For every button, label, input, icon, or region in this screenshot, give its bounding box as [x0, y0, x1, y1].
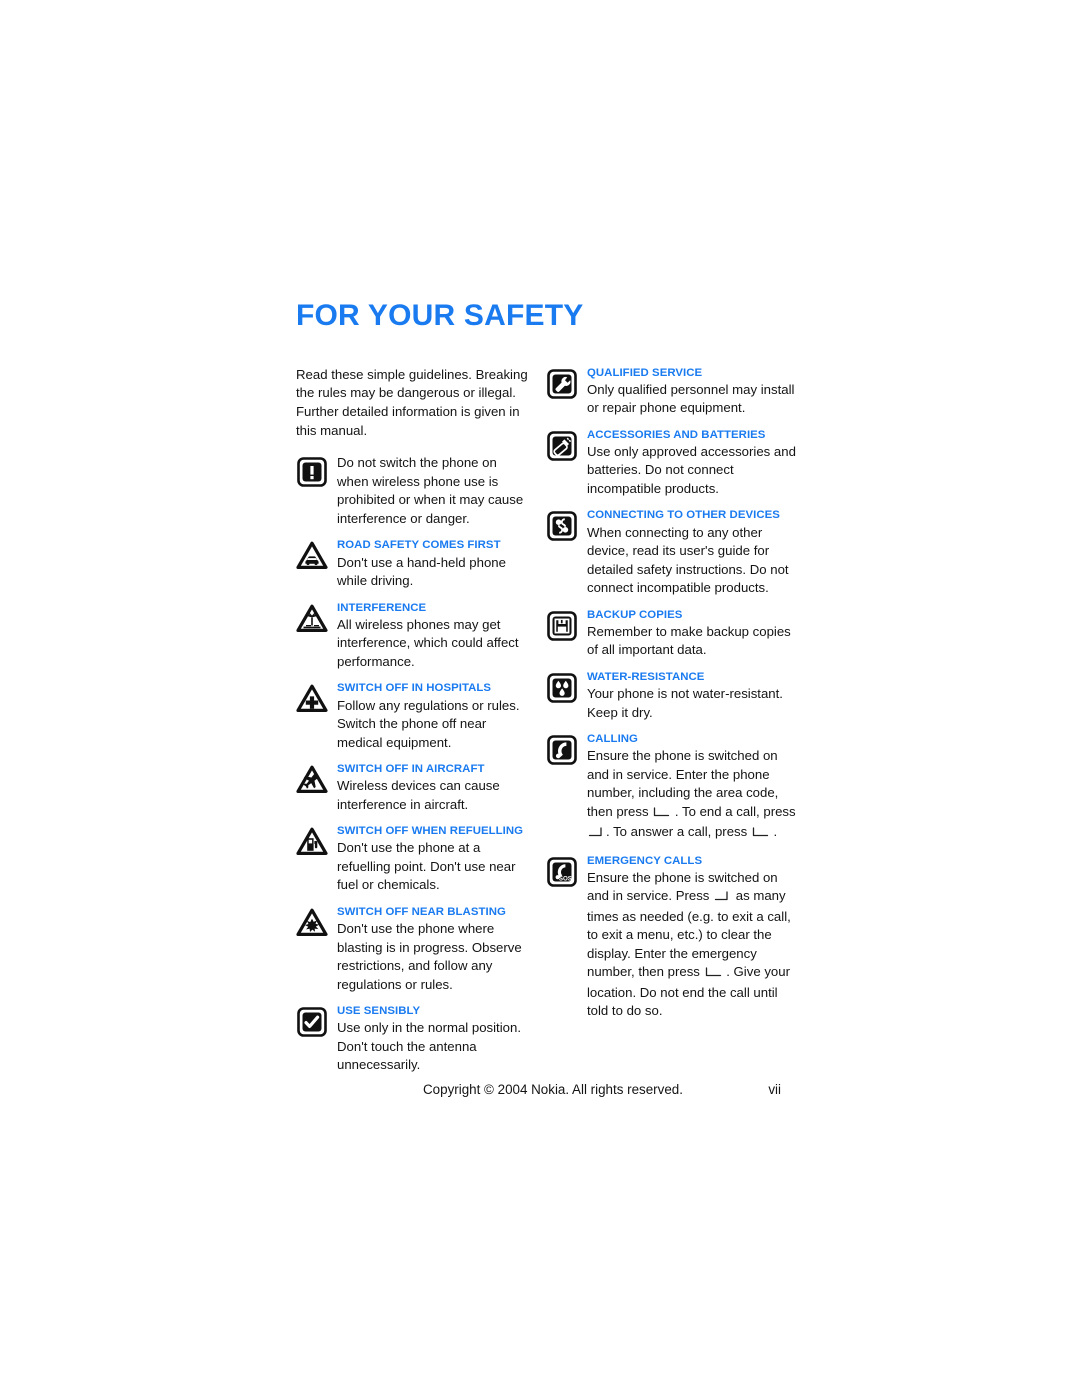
manual-page: FOR YOUR SAFETY Read these simple guidel… [0, 0, 1080, 1397]
safety-item-use-sensibly: USE SENSIBLY Use only in the normal posi… [296, 1004, 528, 1075]
safety-item-heading: USE SENSIBLY [337, 1005, 421, 1018]
safety-item-body: CONNECTING TO OTHER DEVICES When connect… [587, 508, 796, 597]
safety-item-accessories-batteries: ACCESSORIES AND BATTERIES Use only appro… [546, 428, 796, 499]
safety-item-body: EMERGENCY CALLS Ensure the phone is swit… [587, 854, 796, 1021]
safety-item-text: Ensure the phone is switched on and in s… [587, 747, 796, 843]
safety-item-body: USE SENSIBLY Use only in the normal posi… [337, 1004, 528, 1075]
safety-item-heading: SWITCH OFF IN AIRCRAFT [337, 763, 485, 775]
safety-item-body: QUALIFIED SERVICE Only qualified personn… [587, 366, 796, 418]
call-key-glyph-icon [705, 965, 722, 983]
safety-item-qualified-service: QUALIFIED SERVICE Only qualified personn… [546, 366, 796, 418]
end-key-glyph-icon [714, 889, 731, 907]
safety-item-heading: EMERGENCY CALLS [587, 854, 703, 867]
page-number: vii [768, 1082, 781, 1097]
safety-item-text: Do not switch the phone on when wireless… [337, 455, 524, 526]
safety-item-text: Don't use the phone at a refuelling poin… [337, 840, 516, 893]
left-column: Read these simple guidelines. Breaking t… [296, 366, 546, 1085]
hospital-triangle-icon [296, 683, 328, 715]
safety-item-body: ACCESSORIES AND BATTERIES Use only appro… [587, 428, 796, 499]
calling-text-part-2: . To answer a call, press [606, 824, 751, 840]
svg-text:SOS: SOS [559, 875, 572, 882]
safety-item-backup-copies: BACKUP COPIES Remember to make backup co… [546, 608, 796, 660]
safety-item-text: All wireless phones may get interference… [337, 616, 519, 669]
floppy-disk-square-icon [546, 610, 578, 642]
safety-item-body: CALLING Ensure the phone is switched on … [587, 732, 796, 844]
safety-item-text: Wireless devices can cause interference … [337, 778, 500, 812]
exclamation-square-icon [296, 456, 328, 488]
safety-item-text: Ensure the phone is switched on and in s… [587, 869, 796, 1021]
page-content: FOR YOUR SAFETY Read these simple guidel… [296, 300, 796, 1085]
aircraft-triangle-icon [296, 764, 328, 796]
safety-item-body: SWITCH OFF IN AIRCRAFT Wireless devices … [337, 762, 528, 814]
safety-item-text: Use only in the normal position. Don't t… [337, 1020, 521, 1073]
safety-item-body: ROAD SAFETY COMES FIRST Don't use a hand… [337, 538, 528, 590]
safety-item-emergency-calls: SOS EMERGENCY CALLS Ensure the phone is … [546, 854, 796, 1021]
water-drops-square-icon [546, 672, 578, 704]
call-key-glyph-icon [752, 825, 769, 843]
checkmark-square-icon [296, 1006, 328, 1038]
safety-item-aircraft: SWITCH OFF IN AIRCRAFT Wireless devices … [296, 762, 528, 814]
safety-item-body: SWITCH OFF IN HOSPITALS Follow any regul… [337, 681, 528, 752]
safety-item-heading: INTERFERENCE [337, 601, 427, 614]
safety-item-heading: SWITCH OFF NEAR BLASTING [337, 905, 506, 918]
safety-item-general-warning: Do not switch the phone on when wireless… [296, 454, 528, 528]
safety-item-text: Your phone is not water-resistant. Keep … [587, 686, 783, 720]
safety-item-heading: CALLING [587, 733, 638, 746]
road-safety-triangle-icon [296, 540, 328, 572]
safety-item-text: Don't use a hand-held phone while drivin… [337, 554, 506, 589]
safety-item-heading: ACCESSORIES AND BATTERIES [587, 428, 766, 441]
safety-item-heading: ROAD SAFETY COMES FIRST [337, 539, 501, 552]
safety-item-text: Don't use the phone where blasting is in… [337, 921, 522, 992]
safety-item-heading: WATER-RESISTANCE [587, 670, 705, 683]
safety-item-heading: QUALIFIED SERVICE [587, 366, 703, 379]
page-title: FOR YOUR SAFETY [296, 299, 584, 332]
page-footer: Copyright © 2004 Nokia. All rights reser… [423, 1082, 781, 1097]
battery-accessory-square-icon [546, 430, 578, 462]
safety-item-heading: SWITCH OFF IN HOSPITALS [337, 682, 492, 695]
safety-item-body: INTERFERENCE All wireless phones may get… [337, 601, 528, 672]
end-key-glyph-icon [588, 825, 605, 843]
safety-item-body: BACKUP COPIES Remember to make backup co… [587, 608, 796, 660]
two-column-layout: Read these simple guidelines. Breaking t… [296, 366, 796, 1085]
safety-item-text: When connecting to any other device, rea… [587, 524, 789, 596]
safety-item-hospitals: SWITCH OFF IN HOSPITALS Follow any regul… [296, 681, 528, 752]
interference-triangle-icon [296, 603, 328, 635]
safety-item-text: Use only approved accessories and batter… [587, 443, 796, 496]
connector-plug-square-icon [546, 510, 578, 542]
blasting-triangle-icon [296, 907, 328, 939]
safety-item-blasting: SWITCH OFF NEAR BLASTING Don't use the p… [296, 905, 528, 994]
call-key-glyph-icon [653, 805, 670, 823]
intro-paragraph: Read these simple guidelines. Breaking t… [296, 366, 528, 438]
copyright-text: Copyright © 2004 Nokia. All rights reser… [423, 1082, 683, 1097]
handset-square-icon [546, 734, 578, 766]
sos-handset-square-icon: SOS [546, 856, 578, 888]
safety-item-road-safety: ROAD SAFETY COMES FIRST Don't use a hand… [296, 538, 528, 590]
safety-item-text: Only qualified personnel may install or … [587, 381, 795, 416]
safety-item-body: SWITCH OFF WHEN REFUELLING Don't use the… [337, 824, 528, 895]
safety-item-heading: BACKUP COPIES [587, 608, 683, 621]
safety-item-refuelling: SWITCH OFF WHEN REFUELLING Don't use the… [296, 824, 528, 895]
safety-item-interference: INTERFERENCE All wireless phones may get… [296, 601, 528, 672]
refuelling-triangle-icon [296, 826, 328, 858]
safety-item-body: WATER-RESISTANCE Your phone is not water… [587, 670, 796, 722]
safety-item-text: Remember to make backup copies of all im… [587, 623, 791, 658]
safety-item-text: Follow any regulations or rules. Switch … [337, 697, 520, 750]
wrench-square-icon [546, 368, 578, 400]
safety-item-calling: CALLING Ensure the phone is switched on … [546, 732, 796, 844]
safety-item-water-resistance: WATER-RESISTANCE Your phone is not water… [546, 670, 796, 722]
calling-text-part-1: . To end a call, press [671, 803, 796, 819]
calling-text-part-3: . [769, 824, 778, 840]
safety-item-connecting-devices: CONNECTING TO OTHER DEVICES When connect… [546, 508, 796, 597]
safety-item-heading: SWITCH OFF WHEN REFUELLING [337, 825, 524, 838]
safety-item-heading: CONNECTING TO OTHER DEVICES [587, 509, 780, 522]
safety-item-body: Do not switch the phone on when wireless… [337, 454, 528, 528]
right-column: QUALIFIED SERVICE Only qualified personn… [546, 366, 796, 1085]
safety-item-body: SWITCH OFF NEAR BLASTING Don't use the p… [337, 905, 528, 994]
